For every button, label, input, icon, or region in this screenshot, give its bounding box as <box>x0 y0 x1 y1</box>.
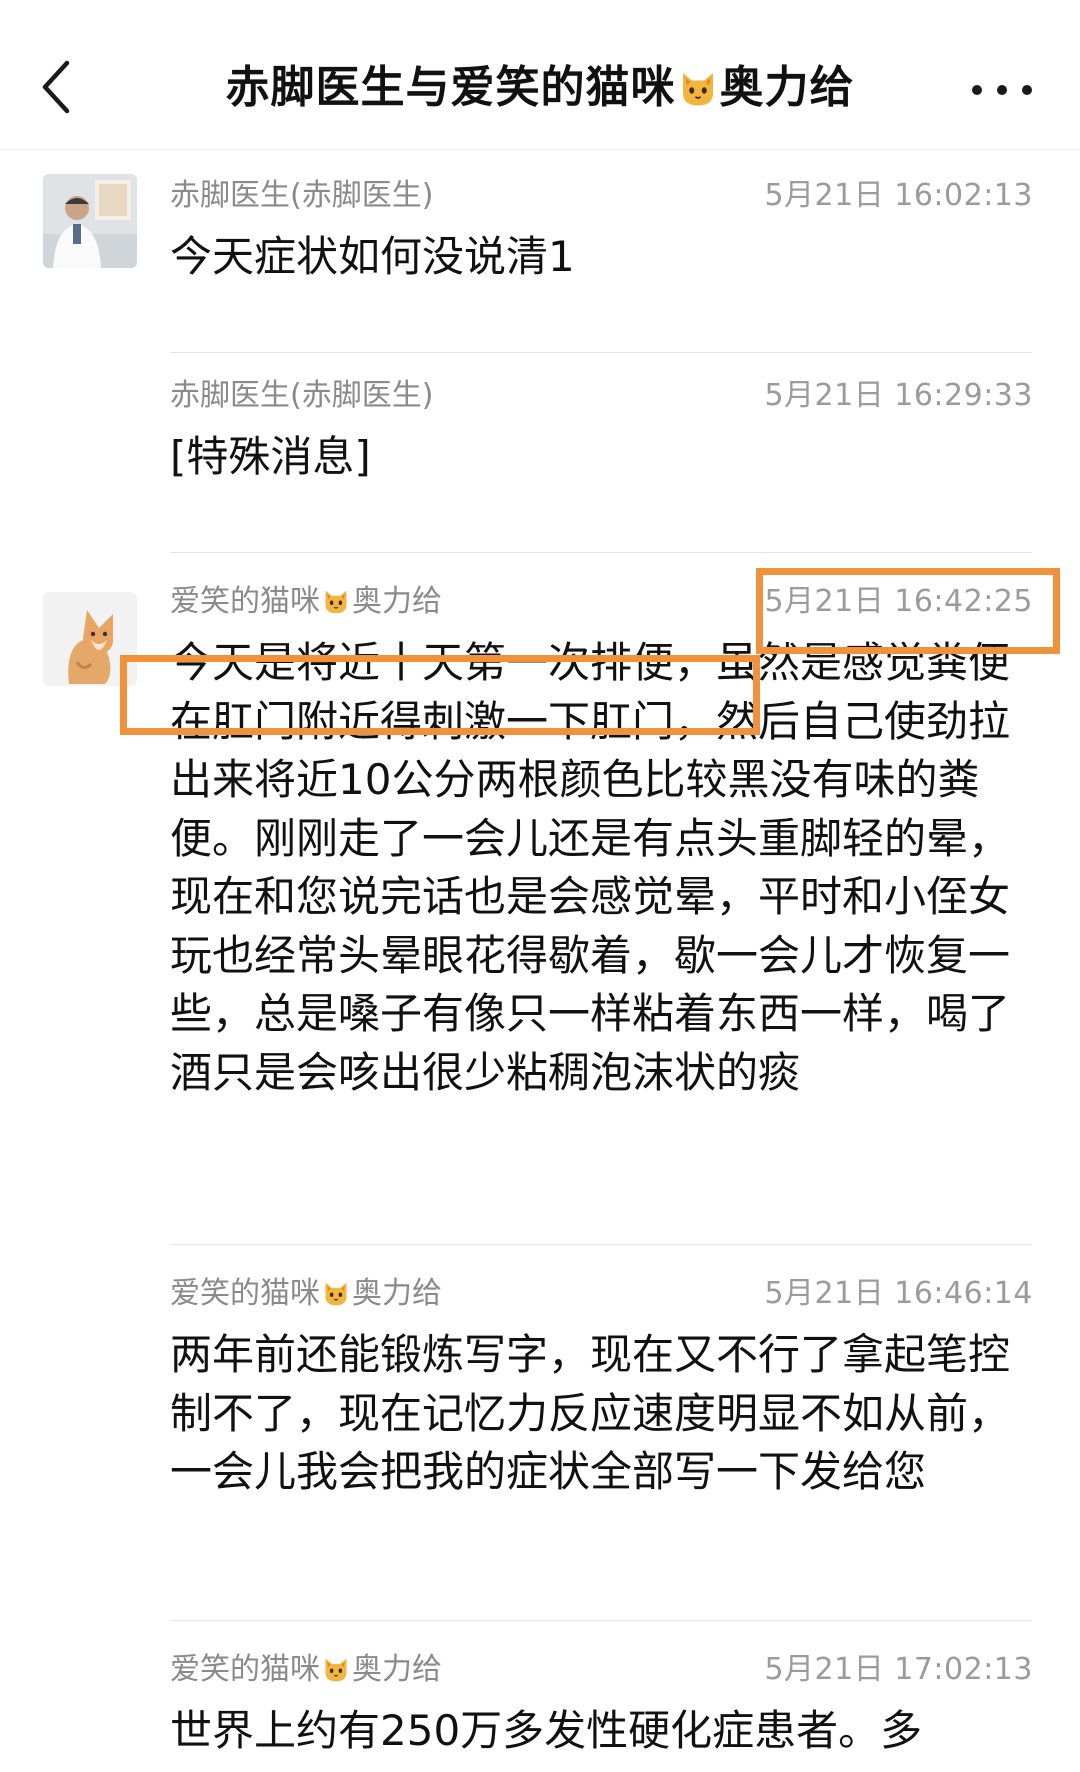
message-timestamp: 5月21日 16:29:33 <box>764 378 1033 413</box>
cat-avatar-image <box>43 592 137 686</box>
cat-avatar[interactable] <box>43 592 137 686</box>
back-button[interactable] <box>28 52 84 122</box>
cat-emoji-icon <box>322 1655 350 1683</box>
sender-name: 爱笑的猫咪 奥力给 <box>170 1650 442 1690</box>
more-dot <box>1022 85 1032 95</box>
message-timestamp: 5月21日 16:42:25 <box>764 584 1033 619</box>
cat-emoji-icon <box>678 68 718 108</box>
chat-history-page: 赤脚医生与爱笑的猫咪 奥力给 赤脚医生(赤脚医生) 5月21日 16:02:13… <box>0 0 1080 1772</box>
sender-name-part1: 爱笑的猫咪 <box>170 1652 320 1687</box>
sender-name: 赤脚医生(赤脚医生) <box>170 178 434 213</box>
cat-emoji-icon <box>322 1279 350 1307</box>
message-text: 今天是将近十天第一次排便，虽然是感觉粪便在肛门附近得刺激一下肛门，然后自己使劲拉… <box>170 638 1011 1097</box>
message-divider <box>170 1244 1032 1245</box>
sender-name-part2: 奥力给 <box>352 1652 442 1687</box>
doctor-avatar-image <box>43 174 137 268</box>
message-timestamp: 5月21日 16:02:13 <box>764 178 1033 213</box>
title-text-part2: 奥力给 <box>719 62 855 113</box>
title-text-part1: 赤脚医生与爱笑的猫咪 <box>225 62 676 113</box>
message-timestamp: 5月21日 17:02:13 <box>764 1652 1033 1687</box>
message-timestamp: 5月21日 16:46:14 <box>764 1276 1033 1311</box>
page-title: 赤脚医生与爱笑的猫咪 奥力给 <box>160 48 920 128</box>
sender-name-part1: 爱笑的猫咪 <box>170 584 320 619</box>
special-message-text[interactable]: [特殊消息] <box>170 428 1010 487</box>
message-list[interactable]: 赤脚医生(赤脚医生) 5月21日 16:02:13 今天症状如何没说清1 赤脚医… <box>0 150 1080 1772</box>
sender-name: 爱笑的猫咪 奥力给 <box>170 582 442 622</box>
doctor-avatar[interactable] <box>43 174 137 268</box>
message-divider <box>170 1620 1032 1621</box>
more-options-button[interactable] <box>972 70 1032 110</box>
sender-name: 爱笑的猫咪 奥力给 <box>170 1274 442 1314</box>
sender-name-part2: 奥力给 <box>352 1276 442 1311</box>
top-navigation-bar: 赤脚医生与爱笑的猫咪 奥力给 <box>0 0 1080 150</box>
message-text: 两年前还能锻炼写字，现在又不行了拿起笔控制不了，现在记忆力反应速度明显不如从前，… <box>170 1330 1011 1496</box>
message-divider <box>170 552 1032 553</box>
message-divider <box>170 352 1032 353</box>
chevron-left-icon <box>42 60 70 114</box>
sender-name: 赤脚医生(赤脚医生) <box>170 378 434 413</box>
message-text: 世界上约有250万多发性硬化症患者。多 <box>170 1706 923 1755</box>
message-text: 今天症状如何没说清1 <box>170 232 575 281</box>
more-dot <box>972 85 982 95</box>
sender-name-part2: 奥力给 <box>352 584 442 619</box>
sender-name-part1: 爱笑的猫咪 <box>170 1276 320 1311</box>
cat-emoji-icon <box>322 587 350 615</box>
more-dot <box>997 85 1007 95</box>
